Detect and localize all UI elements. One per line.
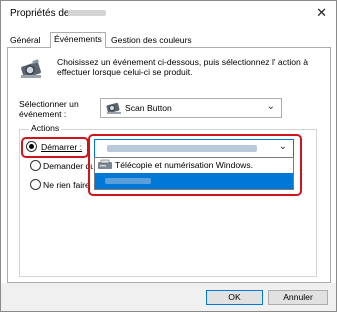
select-event-label: Sélectionner un événement :	[19, 99, 79, 119]
tab-color-management[interactable]: Gestion des couleurs	[108, 34, 195, 47]
close-icon[interactable]: ✕	[316, 5, 327, 21]
dropdown-item-selected-redacted[interactable]	[95, 173, 293, 189]
event-select-value: Scan Button	[125, 103, 172, 113]
launch-program-value-redacted	[107, 145, 257, 152]
ok-button[interactable]: OK	[206, 290, 263, 305]
dropdown-item-fax-scan-label: Télécopie et numérisation Windows.	[115, 160, 254, 170]
chevron-down-icon: ⌄	[266, 101, 275, 112]
scanner-camera-icon	[106, 102, 121, 114]
fax-scanner-icon	[98, 159, 112, 169]
dropdown-item-fax-scan[interactable]: Télécopie et numérisation Windows.	[95, 158, 293, 172]
properties-window: Propriétés de : ✕ Général Événements Ges…	[0, 0, 337, 312]
start-radio[interactable]	[26, 141, 37, 152]
events-description: Choisissez un événement ci-dessous, puis…	[57, 57, 308, 77]
start-radio-label[interactable]: Démarrer :	[41, 142, 82, 152]
window-title: Propriétés de :	[10, 8, 76, 19]
launch-program-dropdown: Télécopie et numérisation Windows.	[94, 157, 294, 190]
dropdown-item-redacted-text	[105, 178, 151, 184]
actions-group-label: Actions	[29, 123, 62, 133]
do-nothing-radio-label[interactable]: Ne rien faire	[43, 180, 90, 190]
cancel-button[interactable]: Annuler	[268, 290, 328, 305]
chevron-down-icon: ⌄	[278, 141, 287, 152]
scanner-camera-icon	[21, 59, 41, 78]
event-select[interactable]: Scan Button ⌄	[100, 98, 282, 118]
title-device-name-redacted	[68, 10, 106, 16]
prompt-radio[interactable]	[30, 160, 41, 171]
title-bar: Propriétés de : ✕	[1, 1, 336, 25]
launch-program-select[interactable]: ⌄	[94, 139, 294, 158]
prompt-radio-label[interactable]: Demander quo	[43, 161, 93, 171]
tab-strip: Général Événements Gestion des couleurs	[7, 32, 329, 48]
tab-general[interactable]: Général	[7, 34, 44, 47]
do-nothing-radio[interactable]	[30, 179, 41, 190]
tab-events[interactable]: Événements	[50, 32, 106, 48]
